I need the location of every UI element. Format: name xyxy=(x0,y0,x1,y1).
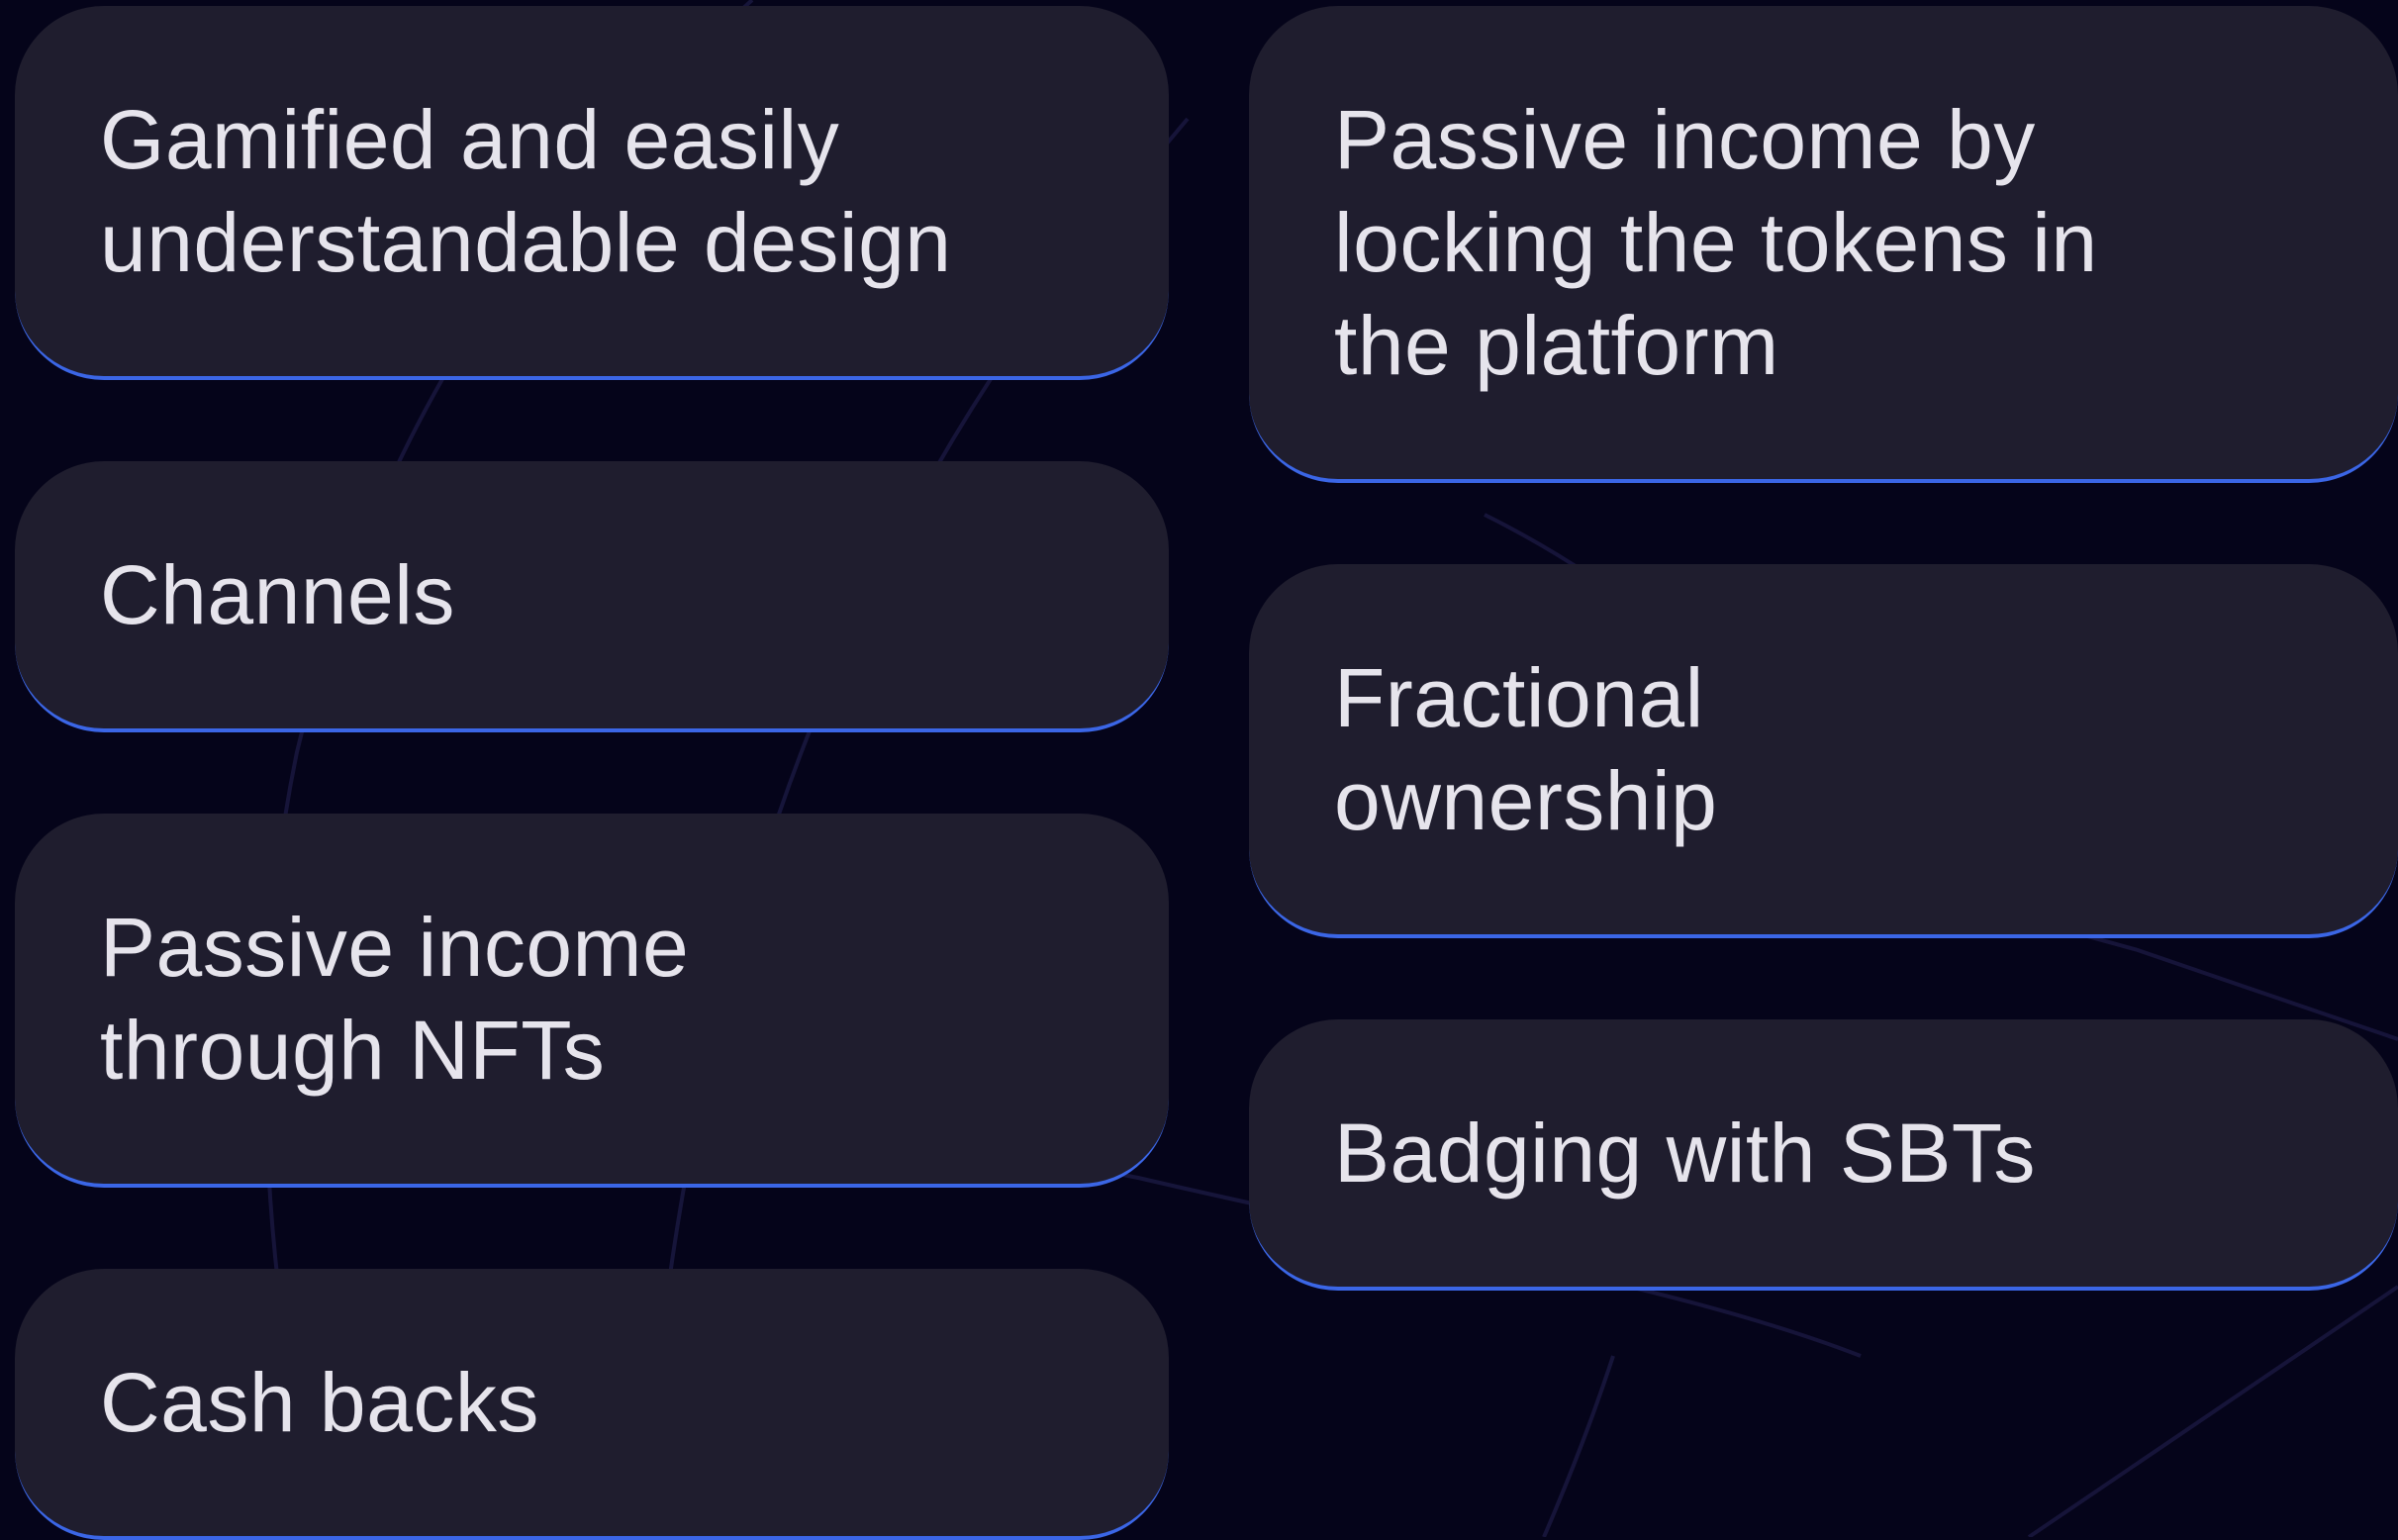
feature-card-label: Passive income through NFTs xyxy=(100,901,690,1097)
feature-card-token-locking: Passive income by locking the tokens in … xyxy=(1249,6,2398,483)
feature-card-gamified-design: Gamified and easily understandable desig… xyxy=(15,6,1169,380)
feature-card-fractional-ownership: Fractional ownership xyxy=(1249,564,2398,938)
feature-card-channels: Channels xyxy=(15,461,1169,732)
feature-card-label: Fractional ownership xyxy=(1334,651,1718,847)
feature-card-passive-income-nfts: Passive income through NFTs xyxy=(15,814,1169,1188)
feature-card-cash-backs: Cash backs xyxy=(15,1269,1169,1540)
feature-card-label: Cash backs xyxy=(100,1356,539,1449)
feature-card-badging-sbts: Badging with SBTs xyxy=(1249,1019,2398,1291)
feature-card-label: Channels xyxy=(100,548,455,641)
left-feature-column: Gamified and easily understandable desig… xyxy=(15,6,1169,1540)
feature-card-label: Passive income by locking the tokens in … xyxy=(1334,93,2098,392)
feature-card-label: Gamified and easily understandable desig… xyxy=(100,93,952,289)
feature-card-label: Badging with SBTs xyxy=(1334,1107,2036,1200)
right-feature-column: Passive income by locking the tokens in … xyxy=(1249,6,2398,1291)
